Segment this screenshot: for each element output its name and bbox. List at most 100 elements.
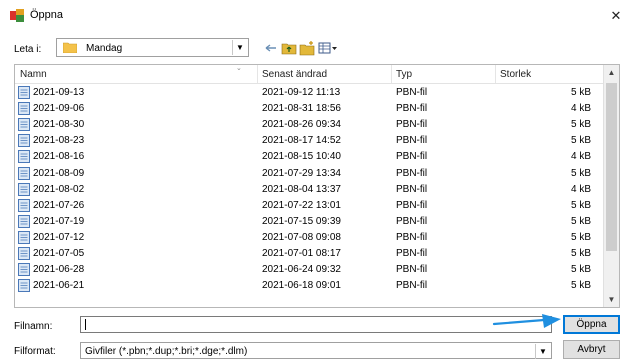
file-modified: 2021-06-24 09:32 [262,264,341,276]
file-type: PBN-fil [396,183,428,195]
file-name: 2021-07-26 [33,199,85,211]
column-header-modified[interactable]: Senast ändrad [262,69,327,80]
pbn-file-icon [18,134,30,148]
title-bar: Öppna ✕ [0,0,633,30]
file-type: PBN-fil [396,215,428,227]
scroll-up-icon[interactable]: ▲ [604,65,619,80]
file-type: PBN-fil [396,119,428,131]
column-divider[interactable] [257,65,258,83]
file-size: 5 kB [570,280,591,292]
file-row[interactable]: 2021-09-13 2021-09-12 11:13 PBN-fil 5 kB [15,85,605,101]
back-arrow-icon[interactable] [263,40,279,56]
file-row[interactable]: 2021-08-30 2021-08-26 09:34 PBN-fil 5 kB [15,117,605,133]
file-type: PBN-fil [396,199,428,211]
column-header-type[interactable]: Typ [396,69,412,80]
open-button[interactable]: Öppna [563,315,620,334]
file-modified: 2021-08-15 10:40 [262,151,341,163]
file-modified: 2021-06-18 09:01 [262,280,341,292]
look-in-dropdown[interactable]: Mandag ▼ [56,38,249,57]
file-name: 2021-06-28 [33,264,85,276]
filetype-value: Givfiler (*.pbn;*.dup;*.bri;*.dge;*.dlm) [85,346,248,357]
scroll-down-icon[interactable]: ▼ [604,292,619,307]
file-row[interactable]: 2021-06-28 2021-06-24 09:32 PBN-fil 5 kB [15,262,605,278]
file-size: 5 kB [570,231,591,243]
scroll-thumb[interactable] [606,83,617,251]
filetype-dropdown[interactable]: Givfiler (*.pbn;*.dup;*.bri;*.dge;*.dlm)… [80,342,552,359]
file-type: PBN-fil [396,87,428,98]
sort-indicator-icon: ⌄ [236,65,242,72]
file-row[interactable]: 2021-07-05 2021-07-01 08:17 PBN-fil 5 kB [15,246,605,262]
file-name: 2021-07-19 [33,215,85,227]
file-modified: 2021-07-08 09:08 [262,231,341,243]
pbn-file-icon [18,102,30,116]
file-modified: 2021-09-12 11:13 [262,87,341,98]
file-row-partial[interactable] [15,294,605,300]
file-row[interactable]: 2021-08-02 2021-08-04 13:37 PBN-fil 4 kB [15,182,605,198]
pbn-file-icon [18,214,30,228]
file-size: 5 kB [570,248,591,259]
pbn-file-icon [18,279,30,293]
file-type: PBN-fil [396,135,428,147]
file-name: 2021-08-02 [33,183,85,195]
file-row[interactable]: 2021-08-09 2021-07-29 13:34 PBN-fil 5 kB [15,166,605,182]
file-size: 5 kB [570,135,591,147]
open-file-dialog: Öppna ✕ Leta i: Mandag ▼ Namn ⌄ Senast ä… [0,0,633,363]
vertical-scrollbar[interactable]: ▲ ▼ [603,65,619,307]
file-row[interactable]: 2021-08-23 2021-08-17 14:52 PBN-fil 5 kB [15,133,605,149]
close-button[interactable]: ✕ [607,7,625,25]
file-row[interactable]: 2021-06-21 2021-06-18 09:01 PBN-fil 5 kB [15,278,605,294]
up-folder-icon[interactable] [281,40,297,56]
pbn-file-icon [18,166,30,180]
look-in-label: Leta i: [14,44,42,55]
file-list[interactable]: Namn ⌄ Senast ändrad Typ Storlek 2021-09… [14,64,620,308]
file-name: 2021-06-21 [33,280,85,292]
file-row[interactable]: 2021-07-12 2021-07-08 09:08 PBN-fil 5 kB [15,230,605,246]
file-name: 2021-08-16 [33,151,85,163]
file-size: 5 kB [570,167,591,179]
file-row[interactable]: 2021-08-16 2021-08-15 10:40 PBN-fil 4 kB [15,149,605,165]
pbn-file-icon [18,198,30,212]
pbn-file-icon [18,86,30,99]
file-size: 4 kB [570,151,591,163]
text-caret [85,319,86,330]
file-row[interactable]: 2021-07-26 2021-07-22 13:01 PBN-fil 5 kB [15,198,605,214]
filename-label: Filnamn: [14,321,53,332]
column-header-name[interactable]: Namn [20,69,47,80]
column-divider[interactable] [495,65,496,83]
chevron-down-icon[interactable]: ▼ [232,40,247,55]
pbn-file-icon [18,150,30,164]
file-modified: 2021-08-26 09:34 [262,119,341,131]
file-modified: 2021-07-29 13:34 [262,167,341,179]
file-type: PBN-fil [396,231,428,243]
chevron-down-icon[interactable]: ▼ [535,344,550,359]
dialog-title: Öppna [30,9,64,21]
file-size: 4 kB [570,183,591,195]
file-size: 5 kB [570,199,591,211]
file-type: PBN-fil [396,264,428,276]
app-icon [10,9,24,22]
column-divider[interactable] [391,65,392,83]
file-row[interactable]: 2021-09-06 2021-08-31 18:56 PBN-fil 4 kB [15,101,605,117]
cancel-button[interactable]: Avbryt [563,340,620,359]
file-modified: 2021-07-22 13:01 [262,199,341,211]
file-size: 5 kB [570,215,591,227]
file-modified: 2021-08-04 13:37 [262,183,341,195]
column-header-size[interactable]: Storlek [500,69,531,80]
file-type: PBN-fil [396,151,428,163]
file-name: 2021-09-06 [33,103,85,115]
pbn-file-icon [18,230,30,244]
file-name: 2021-08-09 [33,167,85,179]
folder-icon [63,42,77,53]
new-folder-icon[interactable] [299,40,315,56]
file-type: PBN-fil [396,248,428,259]
file-name: 2021-07-12 [33,231,85,243]
filename-input[interactable] [80,316,552,333]
file-row[interactable]: 2021-07-19 2021-07-15 09:39 PBN-fil 5 kB [15,214,605,230]
file-name: 2021-08-30 [33,119,85,131]
file-size: 5 kB [570,264,591,276]
pbn-file-icon [18,247,30,260]
file-size: 5 kB [570,119,591,131]
file-type: PBN-fil [396,280,428,292]
view-menu-icon[interactable] [318,40,338,56]
file-name: 2021-07-05 [33,248,85,259]
